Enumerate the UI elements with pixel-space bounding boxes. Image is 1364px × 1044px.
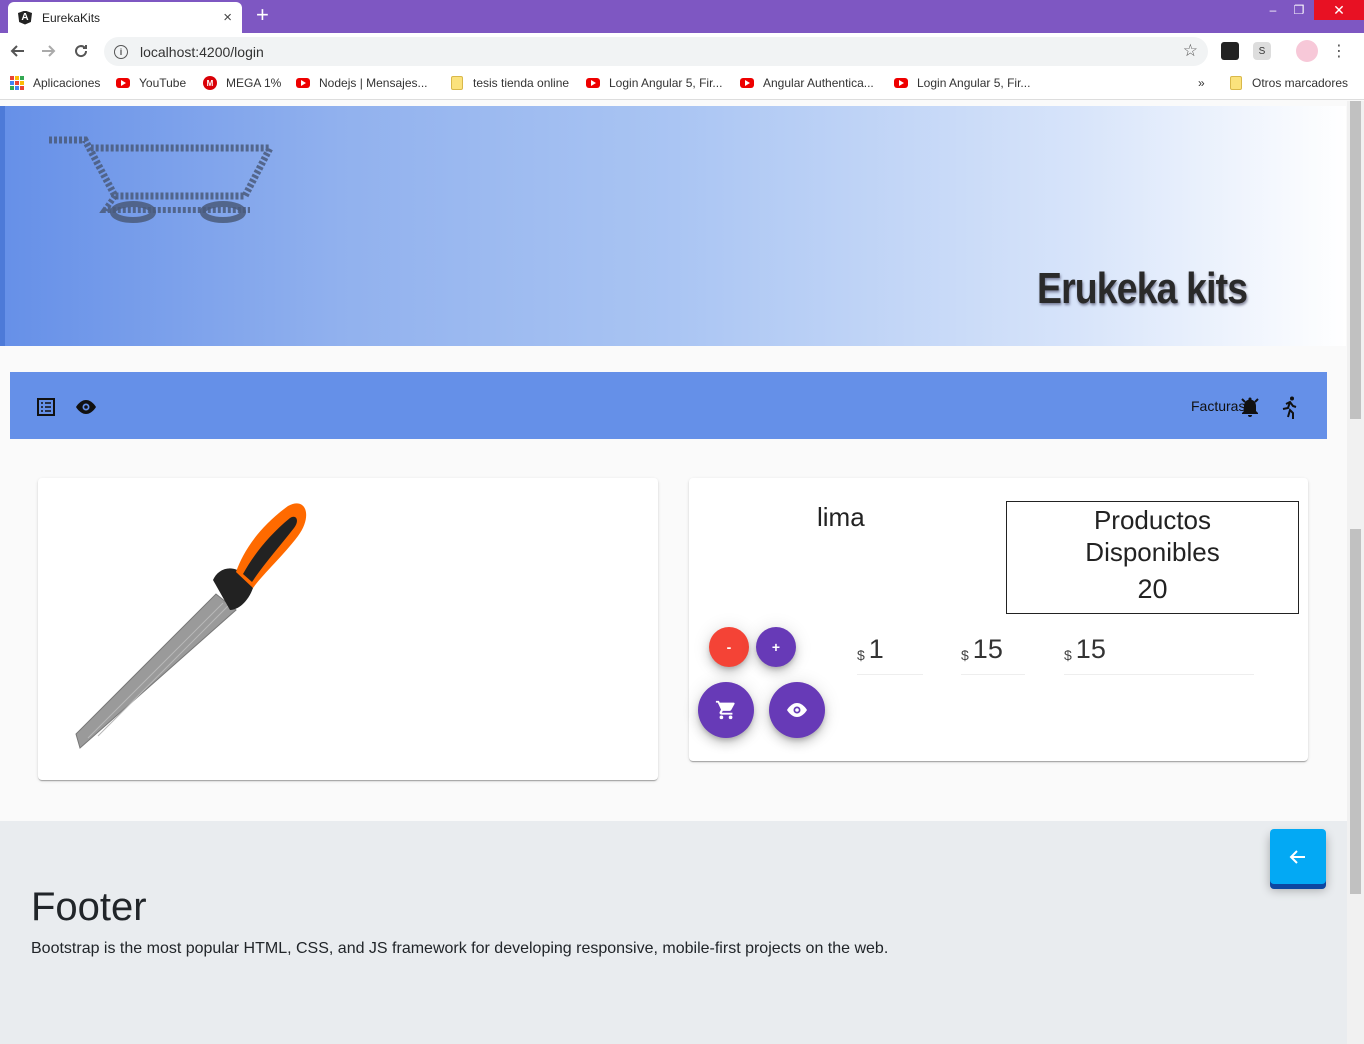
stock-count: 20 bbox=[1137, 574, 1168, 604]
bookmark-label: MEGA 1% bbox=[226, 76, 282, 90]
go-back-button[interactable] bbox=[1270, 829, 1326, 884]
stock-label: Productos Disponibles bbox=[1085, 505, 1220, 567]
bookmark-item[interactable]: Nodejs | Mensajes... bbox=[296, 76, 428, 90]
browser-navbar: i localhost:4200/login ☆ S ⋮ bbox=[0, 33, 1364, 70]
mega-icon: M bbox=[203, 76, 217, 90]
folder-icon bbox=[1230, 76, 1242, 90]
decrement-button[interactable]: - bbox=[709, 627, 749, 667]
currency-symbol: $ bbox=[1064, 646, 1072, 663]
bookmarks-bar: Aplicaciones YouTube M MEGA 1% Nodejs | … bbox=[0, 70, 1364, 100]
bookmark-label: Angular Authentica... bbox=[763, 76, 874, 90]
youtube-icon bbox=[296, 78, 310, 88]
shopping-cart-icon bbox=[715, 700, 735, 720]
currency-symbol: $ bbox=[857, 646, 865, 663]
bookmark-item[interactable]: M MEGA 1% bbox=[203, 76, 281, 90]
youtube-icon bbox=[586, 78, 600, 88]
youtube-icon bbox=[740, 78, 754, 88]
address-bar[interactable]: i localhost:4200/login ☆ bbox=[104, 37, 1208, 66]
browser-tab[interactable]: A EurekaKits × bbox=[8, 2, 242, 33]
arrow-left-icon bbox=[1289, 849, 1305, 864]
minimize-window-button[interactable]: – bbox=[1262, 0, 1284, 20]
bookmark-label: Login Angular 5, Fir... bbox=[609, 76, 723, 90]
apps-icon bbox=[10, 76, 24, 90]
unit-price-field[interactable]: $ 15 bbox=[961, 625, 1025, 675]
add-to-cart-button[interactable] bbox=[698, 682, 754, 738]
currency-symbol: $ bbox=[961, 646, 969, 663]
close-tab-icon[interactable]: × bbox=[223, 9, 232, 26]
youtube-icon bbox=[894, 78, 908, 88]
product-image-card bbox=[38, 478, 658, 780]
site-info-icon[interactable]: i bbox=[114, 44, 128, 59]
tab-title: EurekaKits bbox=[42, 10, 101, 25]
page-scrollbar[interactable] bbox=[1347, 101, 1364, 1044]
browser-titlebar: A EurekaKits × + – ❐ ✕ bbox=[0, 0, 1364, 33]
restore-window-button[interactable]: ❐ bbox=[1288, 0, 1310, 20]
extension-s-icon[interactable]: S bbox=[1253, 42, 1271, 60]
logout-run-icon[interactable] bbox=[1278, 395, 1302, 419]
quantity-value: 1 bbox=[868, 634, 884, 664]
profile-avatar[interactable] bbox=[1296, 40, 1318, 62]
eye-icon bbox=[787, 703, 807, 717]
brand-name: Erukeka kits bbox=[1037, 264, 1248, 313]
stock-box: Productos Disponibles 20 bbox=[1006, 501, 1299, 614]
other-bookmarks[interactable]: Otros marcadores bbox=[1230, 76, 1348, 90]
shopping-cart-logo-icon bbox=[45, 134, 276, 229]
notifications-icon[interactable] bbox=[1238, 395, 1262, 419]
bookmark-label: tesis tienda online bbox=[473, 76, 570, 90]
bookmark-item[interactable]: Aplicaciones bbox=[10, 76, 100, 90]
angular-icon: A bbox=[18, 10, 32, 25]
bookmark-item[interactable]: Login Angular 5, Fir... bbox=[586, 76, 722, 90]
scrollbar-thumb[interactable] bbox=[1350, 101, 1361, 419]
bookmarks-overflow-button[interactable]: » bbox=[1198, 76, 1205, 90]
file-tool-image bbox=[75, 503, 307, 749]
product-name: lima bbox=[817, 502, 865, 532]
header-banner: Erukeka kits bbox=[0, 106, 1346, 346]
browser-menu-icon[interactable]: ⋮ bbox=[1330, 42, 1348, 60]
folder-icon bbox=[451, 76, 463, 90]
view-product-button[interactable] bbox=[769, 682, 825, 738]
bookmark-item[interactable]: tesis tienda online bbox=[451, 76, 569, 90]
bookmark-item[interactable]: Login Angular 5, Fir... bbox=[894, 76, 1030, 90]
footer-text: Bootstrap is the most popular HTML, CSS,… bbox=[31, 940, 889, 957]
app-toolbar: Facturas bbox=[10, 372, 1327, 439]
bookmark-label: Aplicaciones bbox=[33, 76, 101, 90]
new-tab-button[interactable]: + bbox=[256, 4, 269, 26]
scrollbar-thumb-lower[interactable] bbox=[1350, 529, 1361, 894]
youtube-icon bbox=[116, 78, 130, 88]
total-price-value: 15 bbox=[1075, 634, 1106, 664]
quantity-field[interactable]: $ 1 bbox=[857, 625, 923, 675]
increment-button[interactable]: + bbox=[756, 627, 796, 667]
bookmark-item[interactable]: YouTube bbox=[116, 76, 186, 90]
bookmark-label: Login Angular 5, Fir... bbox=[917, 76, 1031, 90]
extension-icon[interactable] bbox=[1221, 42, 1239, 60]
bookmark-label: YouTube bbox=[139, 76, 187, 90]
total-price-field[interactable]: $ 15 bbox=[1064, 625, 1254, 675]
bookmark-label: Nodejs | Mensajes... bbox=[319, 76, 428, 90]
url-text: localhost:4200/login bbox=[140, 43, 264, 60]
list-icon[interactable] bbox=[34, 395, 58, 419]
close-window-button[interactable]: ✕ bbox=[1314, 0, 1364, 20]
bookmark-label: Otros marcadores bbox=[1252, 76, 1349, 90]
eye-icon[interactable] bbox=[74, 395, 98, 419]
footer-title: Footer bbox=[31, 885, 147, 929]
back-nav-icon[interactable] bbox=[5, 39, 29, 63]
forward-nav-icon[interactable] bbox=[37, 39, 61, 63]
bookmark-item[interactable]: Angular Authentica... bbox=[740, 76, 874, 90]
page-footer: Footer Bootstrap is the most popular HTM… bbox=[0, 821, 1347, 1044]
product-info-card: lima Productos Disponibles 20 - + $ 1 $ … bbox=[689, 478, 1308, 761]
bookmark-star-icon[interactable]: ☆ bbox=[1183, 41, 1198, 61]
reload-icon[interactable] bbox=[69, 39, 93, 63]
unit-price-value: 15 bbox=[972, 634, 1003, 664]
